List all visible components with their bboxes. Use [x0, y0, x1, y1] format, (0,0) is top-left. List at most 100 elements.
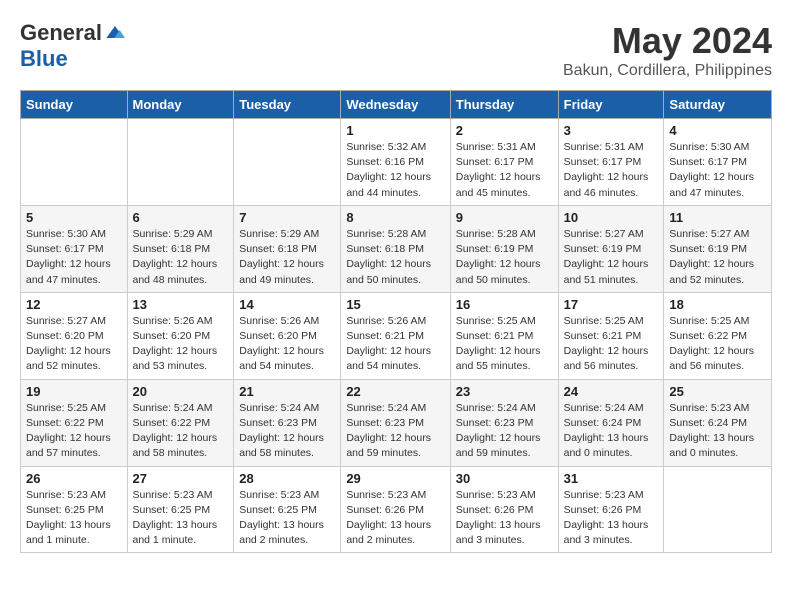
calendar-cell: 25 Sunrise: 5:23 AM Sunset: 6:24 PM Dayli…	[664, 379, 772, 466]
day-info: Sunrise: 5:30 AM Sunset: 6:17 PM Dayligh…	[669, 140, 766, 201]
calendar-cell: 19 Sunrise: 5:25 AM Sunset: 6:22 PM Dayli…	[21, 379, 128, 466]
day-number: 1	[346, 123, 444, 138]
calendar-cell	[664, 466, 772, 553]
day-number: 12	[26, 297, 122, 312]
day-info: Sunrise: 5:29 AM Sunset: 6:18 PM Dayligh…	[239, 227, 335, 288]
month-year-title: May 2024	[563, 20, 772, 62]
logo-blue-text: Blue	[20, 46, 68, 72]
day-info: Sunrise: 5:26 AM Sunset: 6:20 PM Dayligh…	[133, 314, 229, 375]
day-info: Sunrise: 5:29 AM Sunset: 6:18 PM Dayligh…	[133, 227, 229, 288]
day-info: Sunrise: 5:25 AM Sunset: 6:21 PM Dayligh…	[564, 314, 659, 375]
day-info: Sunrise: 5:23 AM Sunset: 6:26 PM Dayligh…	[456, 488, 553, 549]
day-number: 21	[239, 384, 335, 399]
day-info: Sunrise: 5:24 AM Sunset: 6:23 PM Dayligh…	[239, 401, 335, 462]
day-number: 18	[669, 297, 766, 312]
calendar-cell: 27 Sunrise: 5:23 AM Sunset: 6:25 PM Dayli…	[127, 466, 234, 553]
calendar-cell	[127, 119, 234, 206]
day-info: Sunrise: 5:26 AM Sunset: 6:21 PM Dayligh…	[346, 314, 444, 375]
day-info: Sunrise: 5:23 AM Sunset: 6:24 PM Dayligh…	[669, 401, 766, 462]
calendar-cell: 24 Sunrise: 5:24 AM Sunset: 6:24 PM Dayli…	[558, 379, 664, 466]
calendar-cell: 26Sunrise: 5:23 AM Sunset: 6:25 PM Dayli…	[21, 466, 128, 553]
day-info: Sunrise: 5:23 AM Sunset: 6:26 PM Dayligh…	[564, 488, 659, 549]
weekday-header-sunday: Sunday	[21, 91, 128, 119]
day-info: Sunrise: 5:25 AM Sunset: 6:22 PM Dayligh…	[669, 314, 766, 375]
location-subtitle: Bakun, Cordillera, Philippines	[563, 62, 772, 80]
calendar-cell	[21, 119, 128, 206]
weekday-header-row: SundayMondayTuesdayWednesdayThursdayFrid…	[21, 91, 772, 119]
day-number: 17	[564, 297, 659, 312]
calendar-cell: 4Sunrise: 5:30 AM Sunset: 6:17 PM Daylig…	[664, 119, 772, 206]
day-info: Sunrise: 5:24 AM Sunset: 6:23 PM Dayligh…	[346, 401, 444, 462]
day-number: 9	[456, 210, 553, 225]
day-info: Sunrise: 5:23 AM Sunset: 6:26 PM Dayligh…	[346, 488, 444, 549]
day-number: 16	[456, 297, 553, 312]
day-number: 19	[26, 384, 122, 399]
weekday-header-saturday: Saturday	[664, 91, 772, 119]
calendar-cell: 14 Sunrise: 5:26 AM Sunset: 6:20 PM Dayli…	[234, 292, 341, 379]
day-number: 29	[346, 471, 444, 486]
calendar-cell: 7 Sunrise: 5:29 AM Sunset: 6:18 PM Daylig…	[234, 205, 341, 292]
calendar-cell: 10Sunrise: 5:27 AM Sunset: 6:19 PM Dayli…	[558, 205, 664, 292]
weekday-header-monday: Monday	[127, 91, 234, 119]
day-number: 2	[456, 123, 553, 138]
calendar-cell: 6 Sunrise: 5:29 AM Sunset: 6:18 PM Daylig…	[127, 205, 234, 292]
calendar-cell: 13 Sunrise: 5:26 AM Sunset: 6:20 PM Dayli…	[127, 292, 234, 379]
calendar-cell: 31 Sunrise: 5:23 AM Sunset: 6:26 PM Dayli…	[558, 466, 664, 553]
day-number: 14	[239, 297, 335, 312]
calendar-cell: 3 Sunrise: 5:31 AM Sunset: 6:17 PM Daylig…	[558, 119, 664, 206]
calendar-cell: 5Sunrise: 5:30 AM Sunset: 6:17 PM Daylig…	[21, 205, 128, 292]
calendar-week-row: 26Sunrise: 5:23 AM Sunset: 6:25 PM Dayli…	[21, 466, 772, 553]
day-number: 13	[133, 297, 229, 312]
page-header: General Blue May 2024 Bakun, Cordillera,…	[20, 20, 772, 80]
weekday-header-friday: Friday	[558, 91, 664, 119]
logo-general-text: General	[20, 20, 102, 46]
day-info: Sunrise: 5:27 AM Sunset: 6:19 PM Dayligh…	[669, 227, 766, 288]
calendar-week-row: 12 Sunrise: 5:27 AM Sunset: 6:20 PM Dayli…	[21, 292, 772, 379]
day-number: 31	[564, 471, 659, 486]
calendar-cell: 22 Sunrise: 5:24 AM Sunset: 6:23 PM Dayli…	[341, 379, 450, 466]
day-number: 15	[346, 297, 444, 312]
day-number: 22	[346, 384, 444, 399]
day-info: Sunrise: 5:24 AM Sunset: 6:24 PM Dayligh…	[564, 401, 659, 462]
day-info: Sunrise: 5:31 AM Sunset: 6:17 PM Dayligh…	[564, 140, 659, 201]
calendar-cell: 12 Sunrise: 5:27 AM Sunset: 6:20 PM Dayli…	[21, 292, 128, 379]
calendar-cell: 11Sunrise: 5:27 AM Sunset: 6:19 PM Dayli…	[664, 205, 772, 292]
day-number: 6	[133, 210, 229, 225]
calendar-cell: 28Sunrise: 5:23 AM Sunset: 6:25 PM Dayli…	[234, 466, 341, 553]
logo-icon	[105, 23, 125, 43]
calendar-cell: 20Sunrise: 5:24 AM Sunset: 6:22 PM Dayli…	[127, 379, 234, 466]
day-number: 24	[564, 384, 659, 399]
day-info: Sunrise: 5:27 AM Sunset: 6:20 PM Dayligh…	[26, 314, 122, 375]
day-number: 23	[456, 384, 553, 399]
day-info: Sunrise: 5:23 AM Sunset: 6:25 PM Dayligh…	[133, 488, 229, 549]
day-info: Sunrise: 5:25 AM Sunset: 6:22 PM Dayligh…	[26, 401, 122, 462]
logo: General Blue	[20, 20, 125, 72]
calendar-cell: 23Sunrise: 5:24 AM Sunset: 6:23 PM Dayli…	[450, 379, 558, 466]
calendar-week-row: 19 Sunrise: 5:25 AM Sunset: 6:22 PM Dayli…	[21, 379, 772, 466]
day-info: Sunrise: 5:31 AM Sunset: 6:17 PM Dayligh…	[456, 140, 553, 201]
weekday-header-wednesday: Wednesday	[341, 91, 450, 119]
day-number: 30	[456, 471, 553, 486]
calendar-cell: 8Sunrise: 5:28 AM Sunset: 6:18 PM Daylig…	[341, 205, 450, 292]
day-info: Sunrise: 5:23 AM Sunset: 6:25 PM Dayligh…	[26, 488, 122, 549]
calendar-cell	[234, 119, 341, 206]
day-number: 3	[564, 123, 659, 138]
calendar-cell: 15 Sunrise: 5:26 AM Sunset: 6:21 PM Dayli…	[341, 292, 450, 379]
calendar-table: SundayMondayTuesdayWednesdayThursdayFrid…	[20, 90, 772, 553]
calendar-cell: 21 Sunrise: 5:24 AM Sunset: 6:23 PM Dayli…	[234, 379, 341, 466]
calendar-cell: 30 Sunrise: 5:23 AM Sunset: 6:26 PM Dayli…	[450, 466, 558, 553]
title-block: May 2024 Bakun, Cordillera, Philippines	[563, 20, 772, 80]
day-number: 7	[239, 210, 335, 225]
day-number: 25	[669, 384, 766, 399]
day-info: Sunrise: 5:24 AM Sunset: 6:22 PM Dayligh…	[133, 401, 229, 462]
calendar-week-row: 5Sunrise: 5:30 AM Sunset: 6:17 PM Daylig…	[21, 205, 772, 292]
day-info: Sunrise: 5:23 AM Sunset: 6:25 PM Dayligh…	[239, 488, 335, 549]
day-info: Sunrise: 5:26 AM Sunset: 6:20 PM Dayligh…	[239, 314, 335, 375]
weekday-header-tuesday: Tuesday	[234, 91, 341, 119]
calendar-cell: 18 Sunrise: 5:25 AM Sunset: 6:22 PM Dayli…	[664, 292, 772, 379]
day-info: Sunrise: 5:27 AM Sunset: 6:19 PM Dayligh…	[564, 227, 659, 288]
day-info: Sunrise: 5:28 AM Sunset: 6:18 PM Dayligh…	[346, 227, 444, 288]
calendar-week-row: 1Sunrise: 5:32 AM Sunset: 6:16 PM Daylig…	[21, 119, 772, 206]
day-number: 27	[133, 471, 229, 486]
calendar-cell: 17 Sunrise: 5:25 AM Sunset: 6:21 PM Dayli…	[558, 292, 664, 379]
